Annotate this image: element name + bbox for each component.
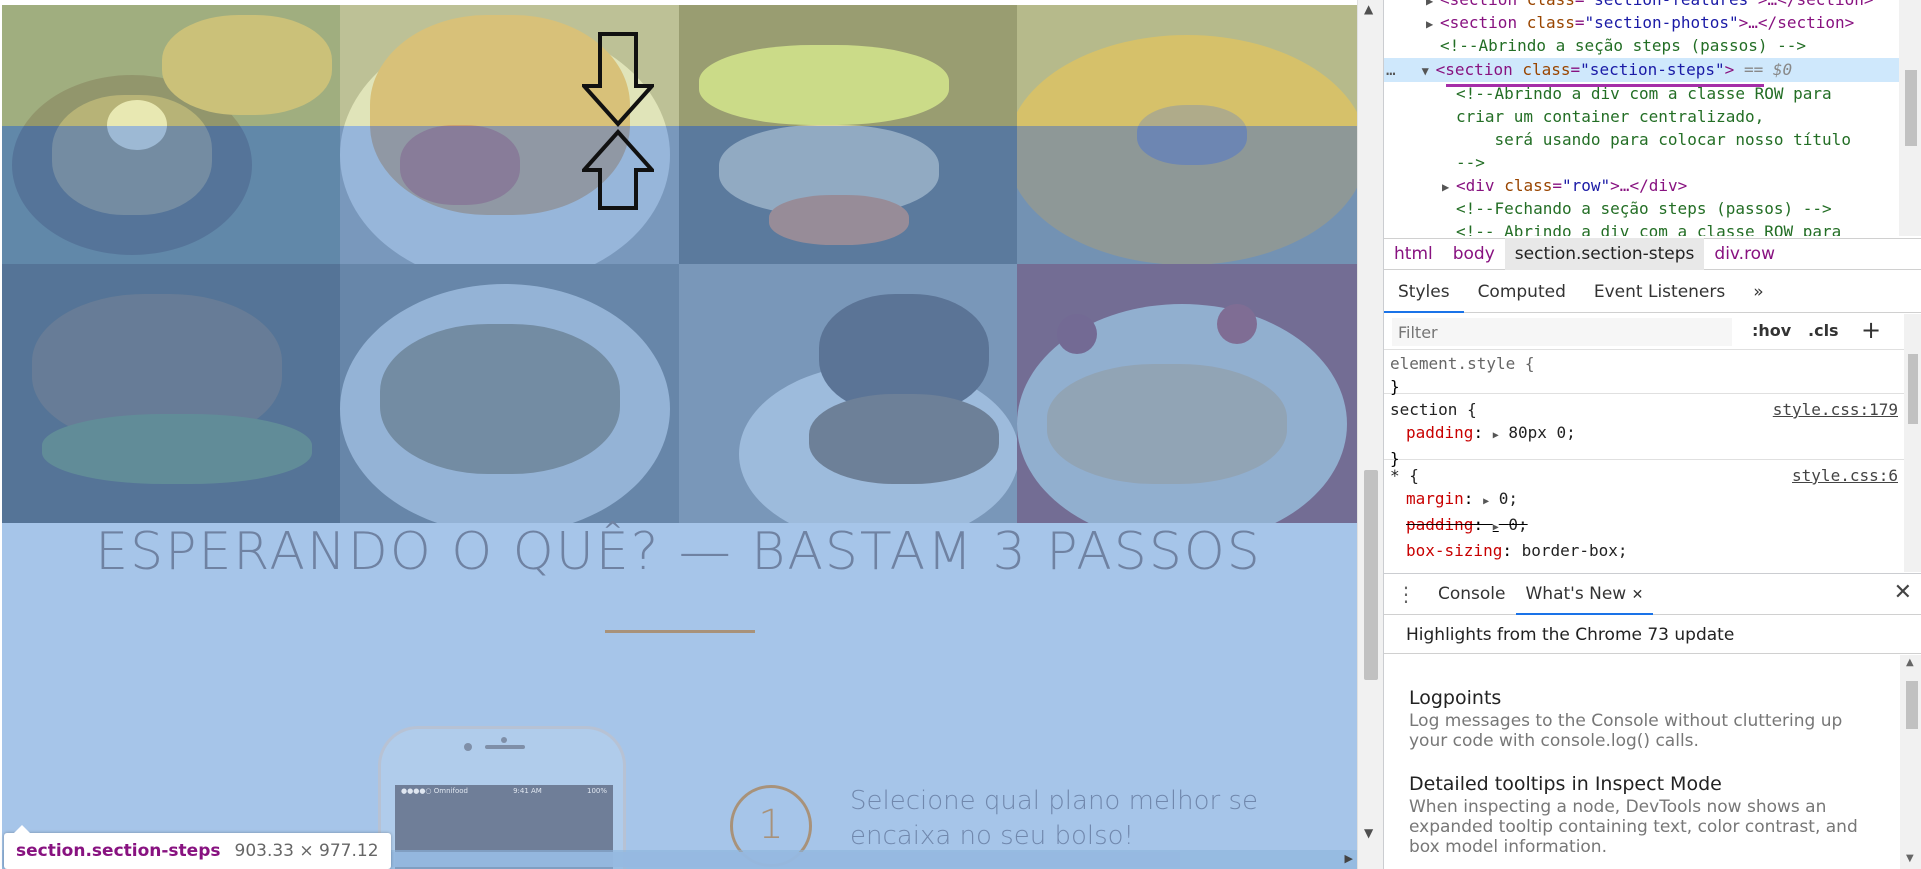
styles-filter-bar: :hov .cls + <box>1384 314 1904 350</box>
elements-tree[interactable]: ▶<section class="section-features">…</se… <box>1384 0 1921 236</box>
rule-universal[interactable]: * { style.css:6 margin: ▶ 0; padding: ▶ … <box>1384 462 1904 572</box>
rule-section[interactable]: section { style.css:179 padding: ▶ 80px … <box>1384 396 1904 468</box>
phone-camera-dot <box>501 737 507 743</box>
elements-scrollbar[interactable] <box>1899 0 1921 236</box>
styles-scroll-thumb[interactable] <box>1908 354 1918 424</box>
rule-declaration[interactable]: padding: ▶ 80px 0; <box>1390 421 1898 447</box>
phone-time: 9:41 AM <box>513 787 542 795</box>
close-tab-icon[interactable]: ✕ <box>1632 587 1644 603</box>
node-actions-dots[interactable]: … <box>1386 60 1396 79</box>
phone-carrier: ●●●●○ Omnifood <box>401 787 468 795</box>
selected-node-marker: == $0 <box>1743 60 1793 79</box>
whats-new-scrollbar[interactable]: ▲ ▼ <box>1900 655 1921 869</box>
section-highlight-overlay <box>2 126 1357 869</box>
whats-new-header: Highlights from the Chrome 73 update <box>1384 616 1921 654</box>
breadcrumb-body[interactable]: body <box>1443 238 1505 270</box>
element-inspect-tooltip: section.section-steps 903.33 × 977.12 <box>4 825 391 869</box>
breadcrumb-div-row[interactable]: div.row <box>1704 238 1785 270</box>
expand-triangle-icon[interactable]: ▶ <box>1426 13 1440 36</box>
whats-new-scroll-thumb[interactable] <box>1906 681 1918 729</box>
tree-comment[interactable]: criar um container centralizado, <box>1456 105 1764 128</box>
tree-node-section-steps[interactable]: … ▼ <section class="section-steps"> == $0 <box>1386 58 1792 83</box>
class-toggle-button[interactable]: .cls <box>1808 321 1839 340</box>
whats-new-content: Logpoints Log messages to the Console wi… <box>1384 655 1900 869</box>
collapse-triangle-icon[interactable]: ▼ <box>1422 60 1436 83</box>
styles-filter-input[interactable] <box>1392 318 1732 346</box>
step-description: Selecione qual plano melhor se encaixa n… <box>850 786 1259 851</box>
breadcrumb-html[interactable]: html <box>1384 238 1443 270</box>
styles-tab-bar: Styles Computed Event Listeners » <box>1384 271 1921 313</box>
whats-new-item-title: Detailed tooltips in Inspect Mode <box>1409 773 1722 795</box>
phone-battery: 100% <box>586 787 607 795</box>
breadcrumb-section-steps[interactable]: section.section-steps <box>1504 238 1705 270</box>
tooltip-selector: section.section-steps <box>16 841 221 861</box>
padding-highlight-overlay <box>2 5 1357 126</box>
tab-whats-new[interactable]: What's New ✕ <box>1515 573 1654 615</box>
scroll-down-icon[interactable]: ▼ <box>1364 826 1373 840</box>
tree-comment[interactable]: --> <box>1456 151 1485 174</box>
tree-comment[interactable]: <!--Abrindo a div com a classe ROW para <box>1456 82 1832 105</box>
elements-scroll-thumb[interactable] <box>1905 70 1917 146</box>
devtools-panel: ▶<section class="section-features">…</se… <box>1383 0 1921 869</box>
new-style-rule-button[interactable]: + <box>1861 316 1881 344</box>
tab-event-listeners[interactable]: Event Listeners <box>1580 271 1739 313</box>
styles-pane: element.style { } section { style.css:17… <box>1384 350 1904 572</box>
tree-comment[interactable]: será usando para colocar nosso título <box>1456 128 1851 151</box>
drawer-menu-icon[interactable]: ⋮ <box>1384 582 1428 606</box>
tree-comment[interactable]: <!-- Abrindo a div com a classe ROW para <box>1456 220 1841 236</box>
scroll-right-icon[interactable]: ▶ <box>1345 852 1353 865</box>
tree-node-section-photos[interactable]: ▶ <section class="section-photos">…</sect… <box>1426 11 1854 36</box>
drawer-tab-bar: ⋮ Console What's New ✕ ✕ <box>1384 573 1921 615</box>
tree-node-div-row[interactable]: ▶ <div class="row">…</div> <box>1442 174 1687 199</box>
whats-new-item-desc: Log messages to the Console without clut… <box>1409 711 1843 751</box>
page-vertical-scrollbar[interactable]: ▲ ▼ <box>1357 0 1383 869</box>
double-arrow-icon <box>582 32 654 210</box>
iphone-mockup: ●●●●○ Omnifood 9:41 AM 100% <box>378 726 626 869</box>
rule-declaration[interactable]: box-sizing: border-box; <box>1390 539 1898 562</box>
section-title: ESPERANDO O QUÊ? — BASTAM 3 PASSOS <box>95 522 1262 582</box>
tab-computed[interactable]: Computed <box>1464 271 1580 313</box>
scroll-down-icon[interactable]: ▼ <box>1906 853 1914 864</box>
phone-speaker <box>485 745 525 749</box>
whats-new-item-title: Logpoints <box>1409 687 1502 709</box>
tree-comment[interactable]: <!--Abrindo a seção steps (passos) --> <box>1440 34 1806 57</box>
whats-new-item-desc: When inspecting a node, DevTools now sho… <box>1409 797 1858 857</box>
whats-new-item[interactable]: Logpoints Log messages to the Console wi… <box>1409 685 1878 751</box>
tab-whats-new-label: What's New <box>1525 584 1627 604</box>
page-vscroll-thumb[interactable] <box>1364 470 1378 680</box>
rule-close: } <box>1390 377 1400 396</box>
phone-status-bar: ●●●●○ Omnifood 9:41 AM 100% <box>395 787 613 799</box>
more-tabs-icon[interactable]: » <box>1739 271 1777 313</box>
rule-source-link[interactable]: style.css:179 <box>1773 398 1898 421</box>
tab-console[interactable]: Console <box>1428 573 1516 615</box>
screen: ESPERANDO O QUÊ? — BASTAM 3 PASSOS ●●●●○… <box>0 0 1921 869</box>
hover-state-button[interactable]: :hov <box>1752 321 1791 340</box>
tree-comment[interactable]: <!--Fechando a seção steps (passos) --> <box>1456 197 1832 220</box>
close-drawer-icon[interactable]: ✕ <box>1894 580 1912 605</box>
tab-styles[interactable]: Styles <box>1384 271 1464 313</box>
rule-selector[interactable]: element.style { <box>1390 352 1898 375</box>
phone-camera <box>464 743 472 751</box>
tooltip-dimensions: 903.33 × 977.12 <box>234 841 379 861</box>
rule-declaration-overridden[interactable]: padding: ▶ 0; <box>1390 513 1898 539</box>
title-divider <box>605 630 755 633</box>
scroll-up-icon[interactable]: ▲ <box>1364 2 1373 16</box>
dom-breadcrumb: html body section.section-steps div.row <box>1384 238 1921 270</box>
page-viewport: ESPERANDO O QUÊ? — BASTAM 3 PASSOS ●●●●○… <box>0 0 1357 869</box>
scroll-up-icon[interactable]: ▲ <box>1906 657 1914 668</box>
whats-new-item[interactable]: Detailed tooltips in Inspect Mode When i… <box>1409 771 1878 857</box>
rule-declaration[interactable]: margin: ▶ 0; <box>1390 487 1898 513</box>
styles-scrollbar[interactable] <box>1904 314 1921 572</box>
expand-triangle-icon[interactable]: ▶ <box>1442 176 1456 199</box>
rule-source-link[interactable]: style.css:6 <box>1792 464 1898 487</box>
rule-element-style[interactable]: element.style { } <box>1384 350 1904 396</box>
